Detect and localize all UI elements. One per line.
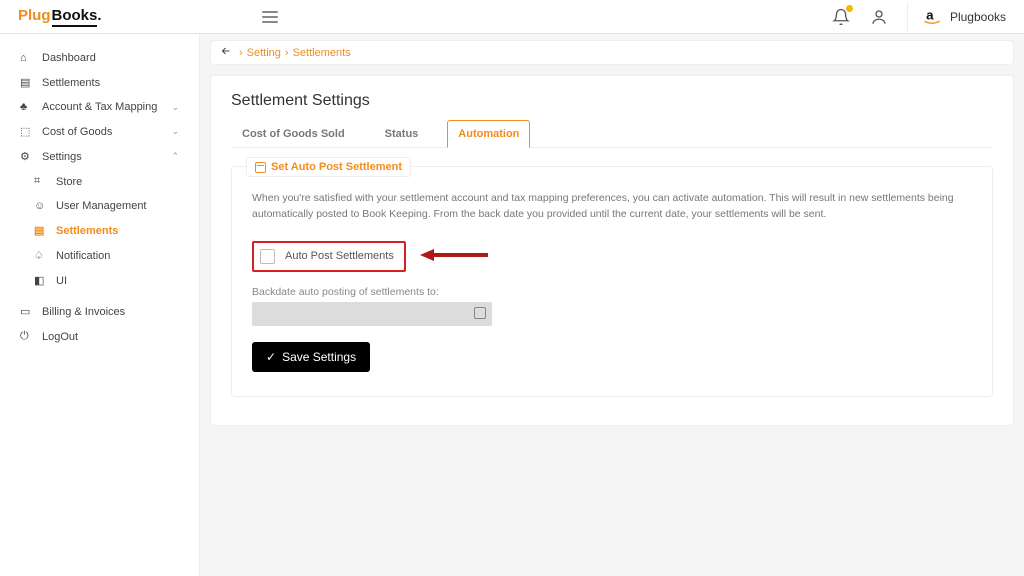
calendar-icon [474, 307, 486, 319]
breadcrumb-sep: › [239, 47, 243, 59]
calendar-icon [255, 162, 266, 173]
tab-cost-of-goods[interactable]: Cost of Goods Sold [231, 120, 356, 147]
box-icon: ⬚ [20, 125, 34, 138]
users-icon: ☺ [34, 200, 48, 212]
breadcrumb-sep: › [285, 47, 289, 59]
check-icon: ✓ [266, 350, 276, 364]
checkbox-label: Auto Post Settlements [285, 250, 394, 262]
sidebar-item-settlements[interactable]: ▤ Settlements [0, 70, 199, 95]
ui-icon: ◧ [34, 274, 48, 287]
sidebar-item-label: Account & Tax Mapping [42, 101, 157, 113]
connected-account[interactable]: a Plugbooks [922, 7, 1006, 27]
section-label: Set Auto Post Settlement [246, 157, 411, 177]
section-description: When you're satisfied with your settleme… [252, 191, 972, 223]
sidebar-item-label: Settlements [42, 77, 100, 89]
user-profile-icon[interactable] [869, 7, 889, 27]
divider [907, 2, 908, 32]
sidebar-item-billing[interactable]: ▭ Billing & Invoices [0, 299, 199, 324]
tabs: Cost of Goods Sold Status Automation [231, 120, 993, 148]
back-arrow-icon[interactable] [219, 45, 235, 60]
sidebar-item-label: Notification [56, 250, 110, 262]
auto-post-checkbox-highlight: Auto Post Settlements [252, 241, 406, 272]
sidebar-item-label: Store [56, 176, 82, 188]
chevron-down-icon: ⌄ [171, 102, 179, 113]
svg-text:a: a [926, 7, 934, 22]
power-icon: ⏻ [20, 330, 34, 343]
sidebar-item-label: Settlements [56, 225, 118, 237]
save-button-label: Save Settings [282, 350, 356, 364]
sidebar-item-logout[interactable]: ⏻ LogOut [0, 324, 199, 349]
hamburger-icon[interactable] [262, 11, 278, 23]
breadcrumb: › Setting › Settlements [210, 40, 1014, 65]
card-icon: ▭ [20, 305, 34, 318]
sidebar-item-label: Dashboard [42, 52, 96, 64]
automation-section: Set Auto Post Settlement When you're sat… [231, 166, 993, 397]
account-name: Plugbooks [950, 10, 1006, 24]
sidebar-item-label: User Management [56, 200, 147, 212]
logo-part2: Books [52, 7, 98, 27]
topbar: PlugBooks. a Plugbooks [0, 0, 1024, 34]
annotation-arrow-icon [420, 247, 490, 266]
sidebar: ⌂ Dashboard ▤ Settlements ♣ Account & Tax M… [0, 34, 200, 576]
section-title-text: Set Auto Post Settlement [271, 161, 402, 173]
main-content: › Setting › Settlements Settlement Setti… [200, 34, 1024, 576]
save-settings-button[interactable]: ✓ Save Settings [252, 342, 370, 372]
tab-status[interactable]: Status [374, 120, 430, 147]
sidebar-item-settlements-settings[interactable]: ▤ Settlements [0, 218, 199, 243]
gear-icon: ⚙ [20, 150, 34, 163]
notification-bell-icon[interactable] [831, 7, 851, 27]
sidebar-item-label: LogOut [42, 331, 78, 343]
sidebar-item-store[interactable]: ⌗ Store [0, 169, 199, 194]
sidebar-item-account-tax[interactable]: ♣ Account & Tax Mapping ⌄ [0, 95, 199, 119]
sidebar-item-cost-of-goods[interactable]: ⬚ Cost of Goods ⌄ [0, 119, 199, 144]
sidebar-item-settings[interactable]: ⚙ Settings ⌃ [0, 144, 199, 169]
breadcrumb-current[interactable]: Settlements [293, 47, 351, 59]
tree-icon: ♣ [20, 101, 34, 113]
tab-automation[interactable]: Automation [447, 120, 530, 148]
list-icon: ▤ [34, 224, 48, 237]
chevron-up-icon: ⌃ [171, 151, 179, 162]
page-title: Settlement Settings [231, 92, 993, 110]
logo-part1: Plug [18, 7, 51, 24]
list-icon: ▤ [20, 76, 34, 89]
sidebar-item-ui[interactable]: ◧ UI [0, 268, 199, 293]
store-icon: ⌗ [34, 175, 48, 188]
settings-panel: Settlement Settings Cost of Goods Sold S… [210, 75, 1014, 426]
logo[interactable]: PlugBooks. [18, 7, 102, 27]
sidebar-item-label: Cost of Goods [42, 126, 112, 138]
dashboard-icon: ⌂ [20, 52, 34, 64]
breadcrumb-root[interactable]: Setting [247, 47, 281, 59]
sidebar-item-label: Settings [42, 151, 82, 163]
bell-icon: ♤ [34, 249, 48, 262]
auto-post-checkbox[interactable] [260, 249, 275, 264]
sidebar-item-dashboard[interactable]: ⌂ Dashboard [0, 46, 199, 70]
sidebar-item-label: UI [56, 275, 67, 287]
amazon-icon: a [922, 7, 942, 27]
backdate-input[interactable] [252, 302, 492, 326]
backdate-label: Backdate auto posting of settlements to: [252, 286, 972, 298]
sidebar-item-notification[interactable]: ♤ Notification [0, 243, 199, 268]
notification-badge [845, 4, 854, 13]
sidebar-item-label: Billing & Invoices [42, 306, 125, 318]
chevron-down-icon: ⌄ [171, 126, 179, 137]
sidebar-item-user-management[interactable]: ☺ User Management [0, 194, 199, 218]
